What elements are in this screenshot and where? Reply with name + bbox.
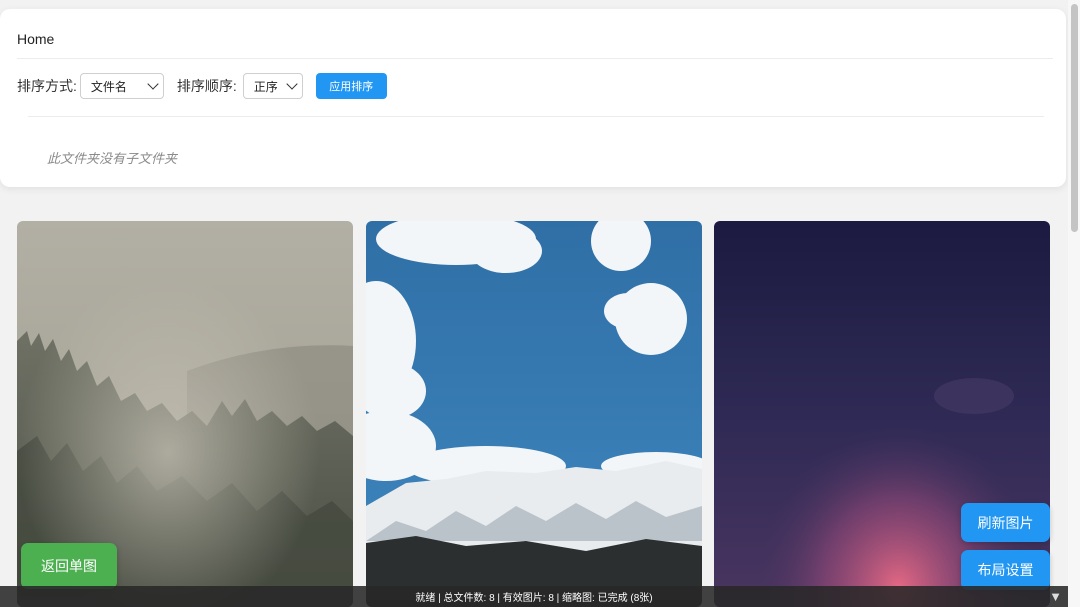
layout-settings-button[interactable]: 布局设置 (961, 550, 1050, 590)
mountain-image (366, 221, 702, 607)
status-text: 就绪 | 总文件数: 8 | 有效图片: 8 | 缩略图: 已完成 (8张) (415, 593, 653, 604)
divider (28, 116, 1044, 117)
breadcrumb[interactable]: Home (17, 31, 54, 47)
chevron-down-icon (286, 78, 298, 90)
divider (17, 58, 1053, 59)
sort-order-value: 正序 (253, 79, 278, 94)
apply-sort-button[interactable]: 应用排序 (315, 73, 387, 99)
sort-by-select[interactable]: 文件名 (79, 73, 164, 99)
gallery-page: Home 排序方式: 文件名 排序顺序: 正序 应用排序 此文件夹没有子文件夹 (0, 0, 1080, 607)
vertical-scrollbar[interactable] (1068, 0, 1080, 607)
status-bar: 就绪 | 总文件数: 8 | 有效图片: 8 | 缩略图: 已完成 (8张) ▼ (0, 586, 1068, 607)
sort-by-value: 文件名 (90, 79, 127, 94)
sort-order-select[interactable]: 正序 (242, 73, 303, 99)
collapse-arrow-icon[interactable]: ▼ (1049, 589, 1062, 604)
chevron-down-icon (147, 78, 159, 90)
sort-by-label: 排序方式: (17, 78, 77, 94)
sort-controls: 排序方式: 文件名 排序顺序: 正序 应用排序 (17, 72, 387, 100)
scrollbar-thumb[interactable] (1071, 4, 1078, 232)
back-to-single-button[interactable]: 返回单图 (21, 543, 117, 589)
refresh-images-button[interactable]: 刷新图片 (961, 503, 1050, 542)
sort-order-label: 排序顺序: (176, 78, 237, 94)
folder-panel: Home 排序方式: 文件名 排序顺序: 正序 应用排序 此文件夹没有子文件夹 (0, 9, 1066, 187)
image-thumbnail-mountain[interactable] (366, 221, 702, 607)
no-subfolders-message: 此文件夹没有子文件夹 (47, 151, 178, 166)
